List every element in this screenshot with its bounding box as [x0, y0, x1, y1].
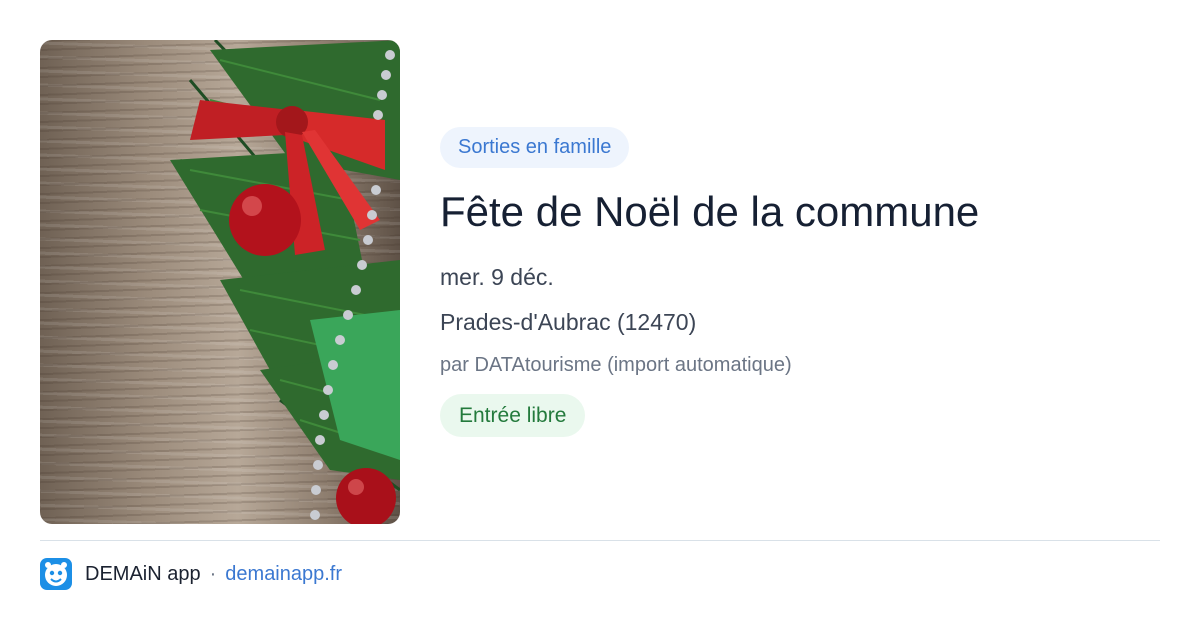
event-card[interactable]: Sorties en famille Fête de Noël de la co… [40, 40, 1160, 524]
price-badge: Entrée libre [440, 394, 586, 437]
app-url-link[interactable]: demainapp.fr [225, 558, 342, 590]
event-image[interactable] [40, 40, 400, 524]
footer-separator: · [209, 563, 217, 585]
event-title[interactable]: Fête de Noël de la commune [440, 186, 1160, 238]
christmas-decoration-illustration [170, 40, 400, 524]
footer-divider [40, 540, 1160, 541]
event-details: Sorties en famille Fête de Noël de la co… [440, 40, 1160, 524]
event-author: par DATAtourisme (import automatique) [440, 354, 792, 376]
app-name: DEMAiN app [85, 563, 201, 585]
category-tag[interactable]: Sorties en famille [440, 127, 630, 168]
app-logo-icon[interactable] [40, 558, 72, 590]
event-date: mer. 9 déc. [440, 264, 554, 290]
site-footer: DEMAiN app · demainapp.fr [40, 558, 342, 590]
event-location: Prades-d'Aubrac (12470) [440, 309, 697, 335]
